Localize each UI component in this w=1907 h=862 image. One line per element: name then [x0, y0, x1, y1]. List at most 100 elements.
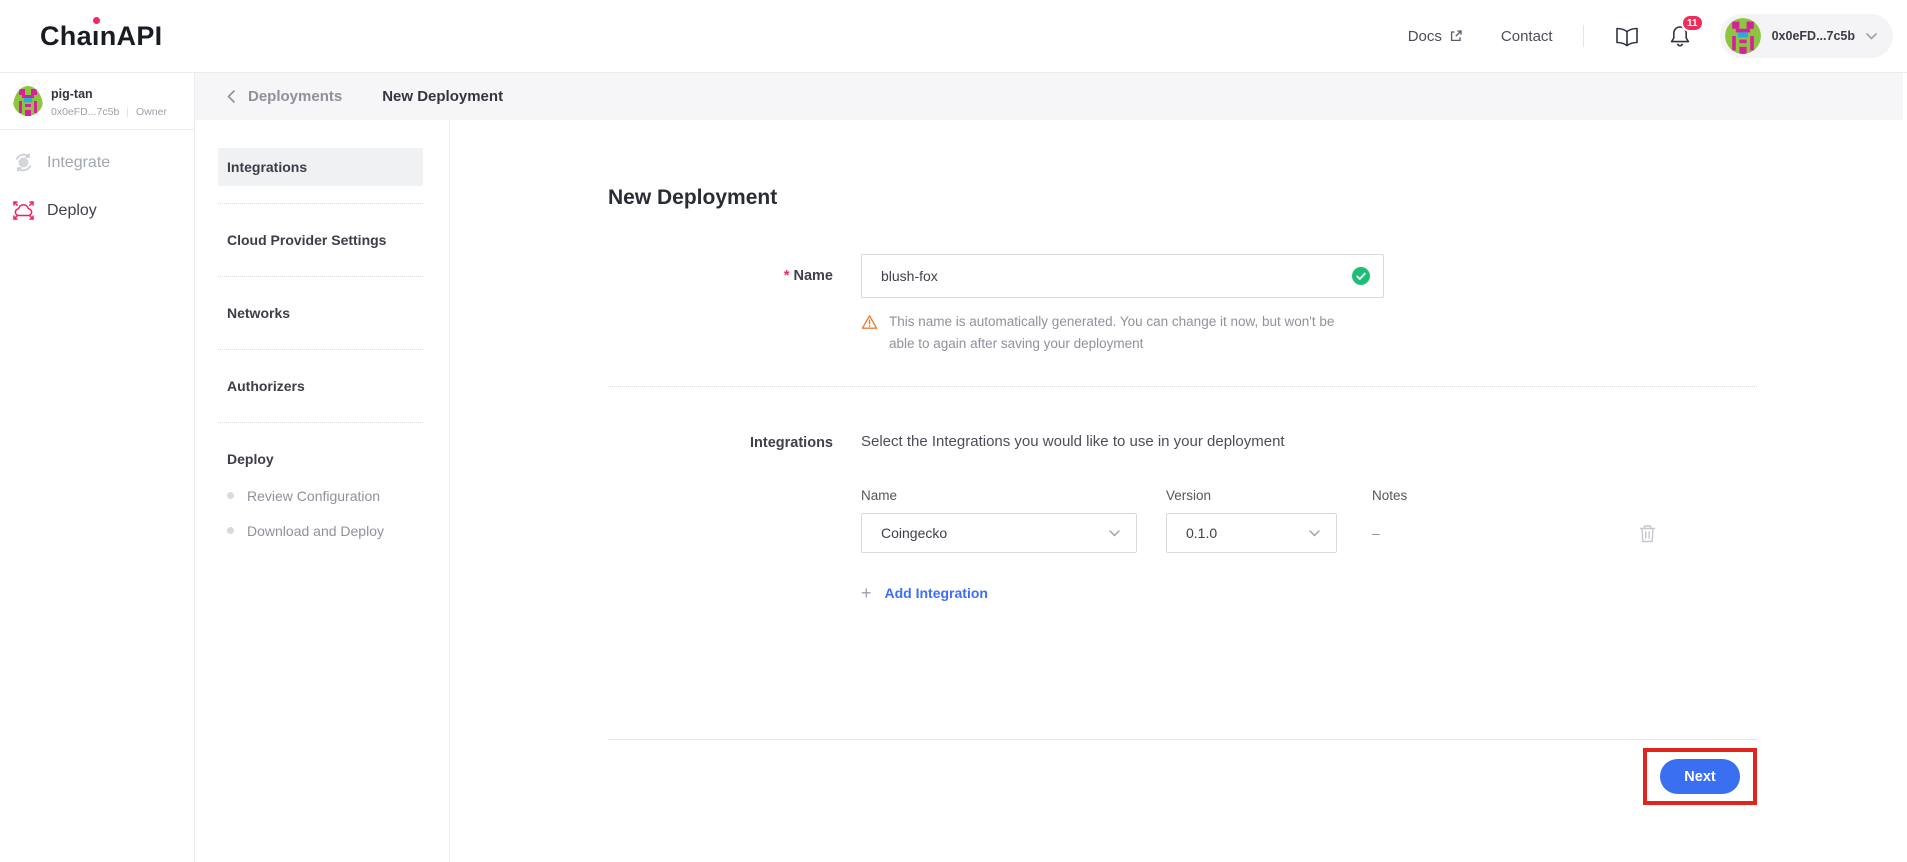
- deployment-steps-panel: Integrations Cloud Provider Settings Net…: [195, 120, 450, 862]
- back-link-label: Deployments: [248, 88, 342, 105]
- add-integration-button[interactable]: + Add Integration: [861, 584, 1757, 602]
- integrations-table-header: Name Version Notes: [861, 488, 1757, 503]
- sidebar-menu: Integrate Deploy: [0, 130, 194, 234]
- step-networks[interactable]: Networks: [218, 294, 423, 332]
- integration-notes-value: –: [1372, 525, 1380, 541]
- plus-icon: +: [861, 584, 872, 602]
- step-separator: [218, 422, 423, 423]
- integration-version-select[interactable]: 0.1.0: [1166, 513, 1337, 553]
- valid-check-icon: [1352, 267, 1370, 285]
- chevron-down-icon: [1866, 33, 1877, 40]
- workspace-name: pig-tan: [51, 88, 167, 101]
- integration-name-select[interactable]: Coingecko: [861, 513, 1137, 553]
- delete-integration-button[interactable]: [1638, 523, 1657, 544]
- next-button[interactable]: Next: [1660, 759, 1740, 794]
- page-title: New Deployment: [608, 186, 1757, 210]
- sidebar-item-label: Integrate: [47, 154, 110, 172]
- header-divider: [1583, 25, 1584, 47]
- add-integration-label: Add Integration: [885, 585, 988, 601]
- header-actions: Docs Contact 11: [1408, 14, 1893, 58]
- chevron-down-icon: [1309, 530, 1320, 537]
- step-authorizers[interactable]: Authorizers: [218, 367, 423, 405]
- step-integrations[interactable]: Integrations: [218, 148, 423, 186]
- bullet-icon: [227, 492, 234, 499]
- notifications-button[interactable]: 11: [1668, 23, 1692, 49]
- step-label: Integrations: [227, 159, 307, 175]
- step-cloud-provider-settings[interactable]: Cloud Provider Settings: [218, 221, 423, 259]
- contact-link[interactable]: Contact: [1501, 28, 1553, 45]
- sidebar-item-integrate[interactable]: Integrate: [0, 138, 194, 187]
- notification-badge: 11: [1681, 14, 1704, 32]
- name-field-col: This name is automatically generated. Yo…: [861, 254, 1384, 355]
- name-field-row: *Name Thi: [608, 254, 1757, 355]
- sidebar-item-label: Deploy: [47, 202, 97, 220]
- step-separator: [218, 349, 423, 350]
- step-review-configuration[interactable]: Review Configuration: [218, 478, 423, 513]
- step-sub-label: Review Configuration: [247, 488, 380, 504]
- workspace-avatar: [13, 86, 43, 129]
- name-warning: This name is automatically generated. Yo…: [861, 311, 1384, 355]
- integrations-description: Select the Integrations you would like t…: [861, 432, 1757, 452]
- brand-logo-dotted-i: ı: [92, 21, 100, 51]
- annotation-highlight-box: Next: [1643, 748, 1757, 805]
- integration-row: Coingecko 0.1.0 –: [861, 513, 1757, 553]
- workspace-info: pig-tan 0x0eFD...7c5b | Owner: [51, 86, 167, 129]
- workspace-sidebar: pig-tan 0x0eFD...7c5b | Owner Integrate: [0, 73, 195, 862]
- section-divider: [608, 386, 1757, 387]
- deployment-subnav: Deployments New Deployment: [195, 73, 1903, 120]
- step-download-and-deploy[interactable]: Download and Deploy: [218, 513, 423, 548]
- footer-divider: [608, 739, 1757, 740]
- name-warning-text: This name is automatically generated. Yo…: [889, 311, 1334, 355]
- workspace-switcher[interactable]: pig-tan 0x0eFD...7c5b | Owner: [0, 73, 194, 130]
- account-avatar: [1725, 18, 1761, 54]
- integrations-label-col: Integrations: [608, 432, 833, 602]
- tab-new-deployment[interactable]: New Deployment: [382, 88, 503, 105]
- chevron-left-icon: [227, 90, 235, 103]
- contact-link-label: Contact: [1501, 28, 1553, 45]
- workspace-meta-divider: |: [126, 106, 129, 118]
- step-separator: [218, 203, 423, 204]
- workspace-address: 0x0eFD...7c5b: [51, 106, 119, 118]
- required-asterisk: *: [784, 268, 790, 284]
- name-field-label-col: *Name: [608, 254, 833, 355]
- account-address: 0x0eFD...7c5b: [1772, 29, 1855, 43]
- deployment-name-input[interactable]: [861, 254, 1384, 298]
- column-header-notes: Notes: [1372, 488, 1757, 503]
- workspace-role: Owner: [136, 106, 167, 118]
- name-input-wrap: [861, 254, 1384, 298]
- top-header: ChaınAPI Docs Contact 11: [0, 0, 1907, 73]
- integration-version-value: 0.1.0: [1186, 525, 1217, 541]
- column-header-name: Name: [861, 488, 1166, 503]
- step-section-label: Deploy: [227, 451, 274, 467]
- step-label: Authorizers: [227, 378, 305, 394]
- docs-link-label: Docs: [1408, 28, 1442, 45]
- integrations-section-label: Integrations: [750, 432, 833, 453]
- column-header-version: Version: [1166, 488, 1372, 503]
- docs-link[interactable]: Docs: [1408, 28, 1463, 45]
- integration-name-value: Coingecko: [881, 525, 947, 541]
- bullet-icon: [227, 527, 234, 534]
- trash-icon: [1638, 523, 1657, 544]
- sidebar-item-deploy[interactable]: Deploy: [0, 187, 194, 234]
- brand-logo-part1: Cha: [40, 21, 92, 51]
- step-deploy-section: Deploy: [218, 440, 423, 478]
- deploy-cloud-icon: [10, 198, 37, 223]
- brand-logo[interactable]: ChaınAPI: [40, 21, 162, 52]
- step-label: Networks: [227, 305, 290, 321]
- step-label: Cloud Provider Settings: [227, 232, 386, 248]
- integrations-field-col: Select the Integrations you would like t…: [861, 432, 1757, 602]
- account-menu[interactable]: 0x0eFD...7c5b: [1720, 14, 1893, 58]
- main-content: New Deployment *Name: [450, 120, 1907, 862]
- footer-actions: Next: [608, 748, 1757, 805]
- docs-book-button[interactable]: [1614, 24, 1640, 48]
- step-separator: [218, 276, 423, 277]
- integrate-sync-icon: [10, 149, 37, 176]
- step-sub-label: Download and Deploy: [247, 523, 384, 539]
- name-field-label: Name: [794, 268, 834, 284]
- chevron-down-icon: [1109, 530, 1120, 537]
- back-to-deployments[interactable]: Deployments: [227, 88, 342, 105]
- integrations-section: Integrations Select the Integrations you…: [608, 432, 1757, 602]
- warning-triangle-icon: [861, 314, 878, 355]
- external-link-icon: [1449, 29, 1463, 43]
- integrations-table: Name Version Notes Coingecko 0.1.0: [861, 488, 1757, 553]
